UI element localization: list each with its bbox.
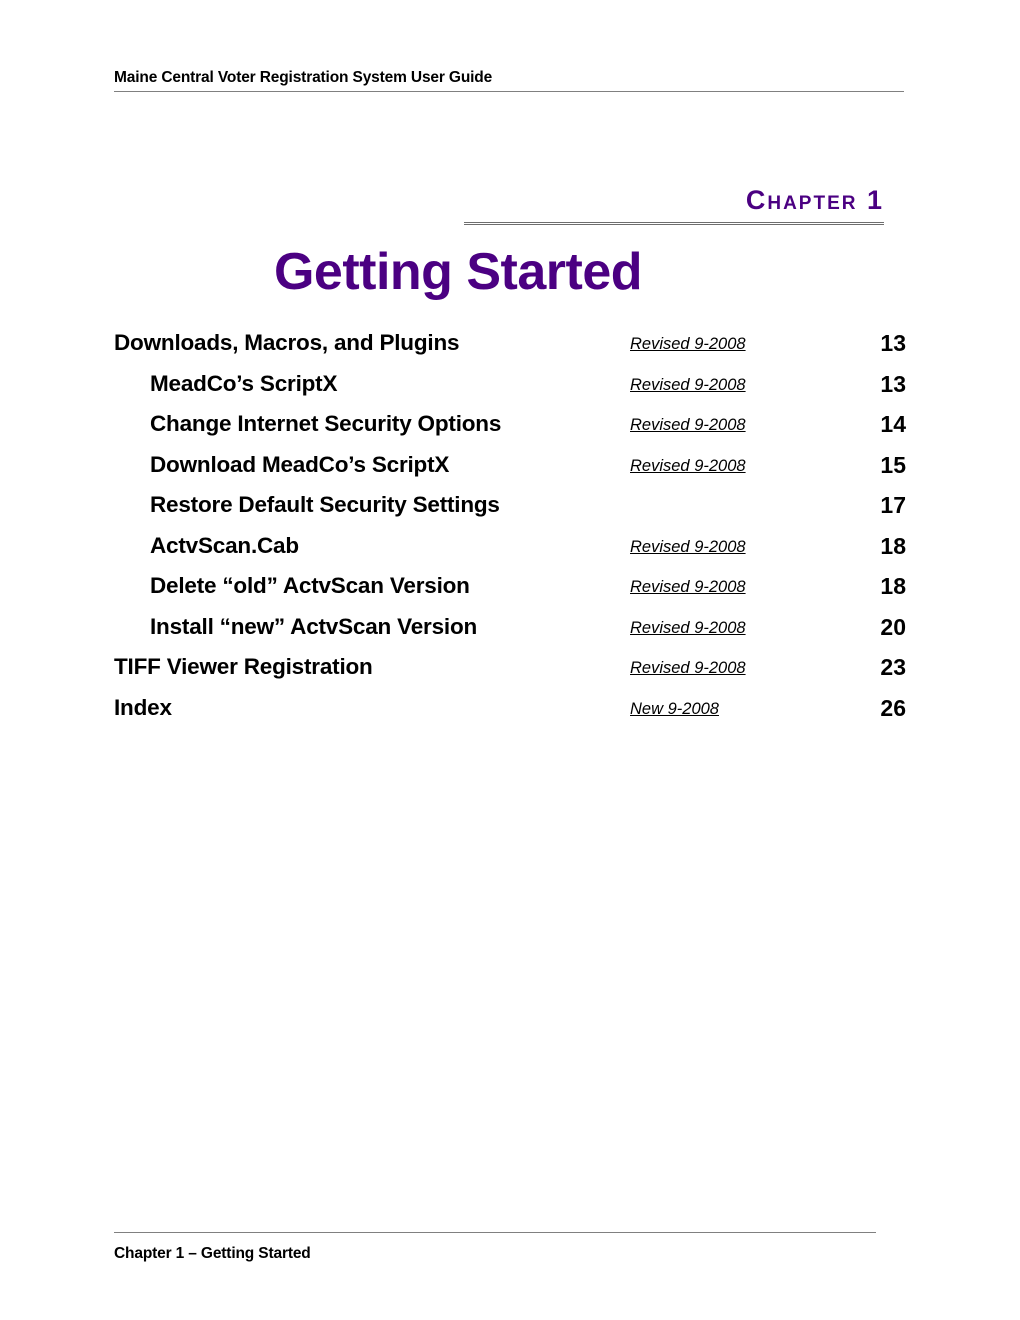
chapter-number-label: Chapter 1 [745, 185, 884, 215]
toc-entry[interactable]: Change Internet Security Options Revised … [114, 411, 906, 452]
toc-entry[interactable]: Downloads, Macros, and Plugins Revised 9-… [114, 330, 906, 371]
toc-entry-page-number[interactable]: 18 [836, 573, 906, 599]
toc-entry[interactable]: ActvScan.Cab Revised 9-2008 18 [114, 533, 906, 574]
toc-entry[interactable]: Restore Default Security Settings 17 [114, 492, 906, 533]
running-footer: Chapter 1 – Getting Started [114, 1232, 876, 1263]
toc-entry-page-number[interactable]: 14 [836, 411, 906, 437]
toc-entry-revision-note[interactable]: Revised 9-2008 [630, 659, 746, 678]
toc-entry-title[interactable]: ActvScan.Cab [150, 533, 299, 559]
toc-entry-title[interactable]: TIFF Viewer Registration [114, 654, 373, 680]
toc-entry-title[interactable]: Change Internet Security Options [150, 411, 501, 437]
toc-entry-page-number[interactable]: 17 [836, 492, 906, 518]
toc-entry[interactable]: MeadCo’s ScriptX Revised 9-2008 13 [114, 371, 906, 412]
toc-entry-revision-note[interactable]: Revised 9-2008 [630, 538, 746, 557]
table-of-contents: Downloads, Macros, and Plugins Revised 9-… [114, 330, 906, 735]
chapter-divider [464, 222, 884, 226]
toc-entry-page-number[interactable]: 23 [836, 654, 906, 680]
toc-entry-revision-note[interactable]: Revised 9-2008 [630, 619, 746, 638]
toc-entry-revision-note[interactable]: Revised 9-2008 [630, 416, 746, 435]
toc-entry-revision-note[interactable]: Revised 9-2008 [630, 335, 746, 354]
chapter-title: Getting Started [273, 243, 643, 301]
toc-entry-page-number[interactable]: 13 [836, 371, 906, 397]
running-footer-text: Chapter 1 – Getting Started [114, 1245, 311, 1262]
toc-entry[interactable]: Install “new” ActvScan Version Revised 9-… [114, 614, 906, 655]
toc-entry-title[interactable]: Downloads, Macros, and Plugins [114, 330, 460, 356]
toc-entry-revision-note[interactable]: Revised 9-2008 [630, 457, 746, 476]
toc-entry-page-number[interactable]: 18 [836, 533, 906, 559]
header-divider [114, 91, 904, 93]
toc-entry-title[interactable]: Delete “old” ActvScan Version [150, 573, 470, 599]
footer-divider [114, 1232, 876, 1233]
toc-entry-page-number[interactable]: 26 [836, 695, 906, 721]
toc-entry-page-number[interactable]: 15 [836, 452, 906, 478]
running-header: Maine Central Voter Registration System … [114, 68, 904, 93]
toc-entry-title[interactable]: Index [114, 695, 172, 721]
toc-entry-revision-note[interactable]: New 9-2008 [630, 700, 719, 719]
toc-entry[interactable]: Index New 9-2008 26 [114, 695, 906, 736]
toc-entry-title[interactable]: Download MeadCo’s ScriptX [150, 452, 449, 478]
document-page: Maine Central Voter Registration System … [0, 0, 1020, 1320]
toc-entry[interactable]: TIFF Viewer Registration Revised 9-2008 23 [114, 654, 906, 695]
toc-entry[interactable]: Download MeadCo’s ScriptX Revised 9-2008 1… [114, 452, 906, 493]
toc-entry-page-number[interactable]: 20 [836, 614, 906, 640]
running-header-title: Maine Central Voter Registration System … [114, 69, 493, 86]
toc-entry-title[interactable]: Restore Default Security Settings [150, 492, 500, 518]
toc-entry-revision-note[interactable]: Revised 9-2008 [630, 578, 746, 597]
toc-entry[interactable]: Delete “old” ActvScan Version Revised 9-2… [114, 573, 906, 614]
toc-entry-revision-note[interactable]: Revised 9-2008 [630, 376, 746, 395]
toc-entry-page-number[interactable]: 13 [836, 330, 906, 356]
toc-entry-title[interactable]: MeadCo’s ScriptX [150, 371, 337, 397]
chapter-eyebrow: Chapter 1 [464, 185, 884, 226]
toc-entry-title[interactable]: Install “new” ActvScan Version [150, 614, 477, 640]
